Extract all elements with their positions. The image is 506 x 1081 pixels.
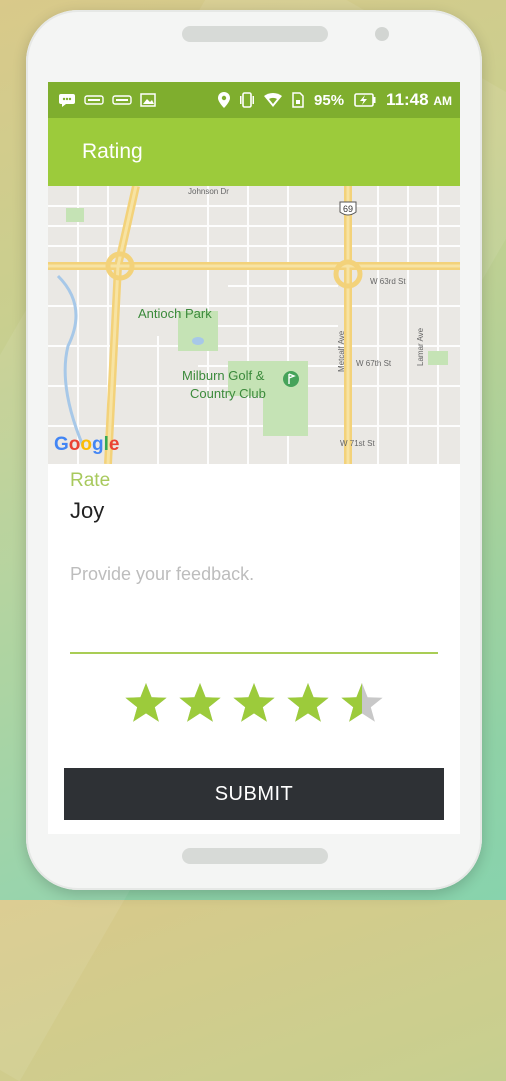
app-screen: 95% 11:48 AM Rating 69 Johnson Dr W 63rd… (48, 82, 460, 834)
map-label-w63: W 63rd St (370, 277, 406, 286)
vibe-notification-icon (112, 94, 132, 106)
phone-camera (375, 27, 389, 41)
rate-label: Rate (70, 470, 111, 491)
submit-button[interactable]: SUBMIT (64, 768, 444, 820)
map-label-golf-line2: Country Club (190, 386, 266, 401)
battery-charging-icon (354, 93, 376, 107)
star-icon[interactable] (124, 681, 168, 725)
app-bar: Rating (48, 118, 460, 186)
wifi-icon (264, 93, 283, 107)
chat-notification-icon (58, 93, 76, 107)
star-icon[interactable] (340, 681, 384, 725)
clock-ampm: AM (433, 94, 452, 108)
map-label-metcalf: Metcalf Ave (337, 330, 346, 372)
map-label-w67: W 67th St (356, 359, 392, 368)
phone-speaker-bottom (182, 848, 328, 864)
map-canvas: 69 Johnson Dr W 63rd St W 67th St W 71st… (48, 186, 460, 464)
highway-shield-number: 69 (343, 204, 353, 214)
status-bar: 95% 11:48 AM (48, 82, 460, 118)
map-label-golf-line1: Milburn Golf & (182, 368, 265, 383)
feedback-input[interactable] (70, 564, 438, 654)
star-rating[interactable] (70, 681, 438, 725)
map-label-lamar: Lamar Ave (416, 327, 425, 366)
google-logo: Google (54, 434, 120, 455)
battery-percent: 95% (314, 91, 345, 109)
status-notifications (58, 93, 156, 107)
phone-speaker-top (182, 26, 328, 42)
map-view[interactable]: 69 Johnson Dr W 63rd St W 67th St W 71st… (48, 186, 460, 464)
golf-marker-icon (283, 371, 299, 387)
sim-icon (292, 92, 304, 108)
small-park-area (428, 351, 448, 365)
map-label-johnson: Johnson Dr (188, 187, 229, 196)
image-notification-icon (140, 93, 156, 107)
rating-form: Rate Joy (48, 470, 460, 725)
status-system: 95% 11:48 AM (218, 90, 452, 110)
map-label-w71: W 71st St (340, 439, 375, 448)
page-title: Rating (82, 140, 143, 163)
map-label-park: Antioch Park (138, 306, 212, 321)
vibrate-icon (240, 92, 255, 108)
clock: 11:48 AM (386, 90, 452, 110)
rated-person-name: Joy (70, 498, 105, 523)
pond (192, 337, 204, 345)
star-icon[interactable] (286, 681, 330, 725)
star-icon[interactable] (232, 681, 276, 725)
star-icon[interactable] (178, 681, 222, 725)
location-icon (218, 92, 231, 108)
phone-frame: 95% 11:48 AM Rating 69 Johnson Dr W 63rd… (26, 10, 482, 890)
small-park-area (66, 208, 84, 222)
vibe-notification-icon (84, 94, 104, 106)
clock-time: 11:48 (386, 90, 429, 109)
